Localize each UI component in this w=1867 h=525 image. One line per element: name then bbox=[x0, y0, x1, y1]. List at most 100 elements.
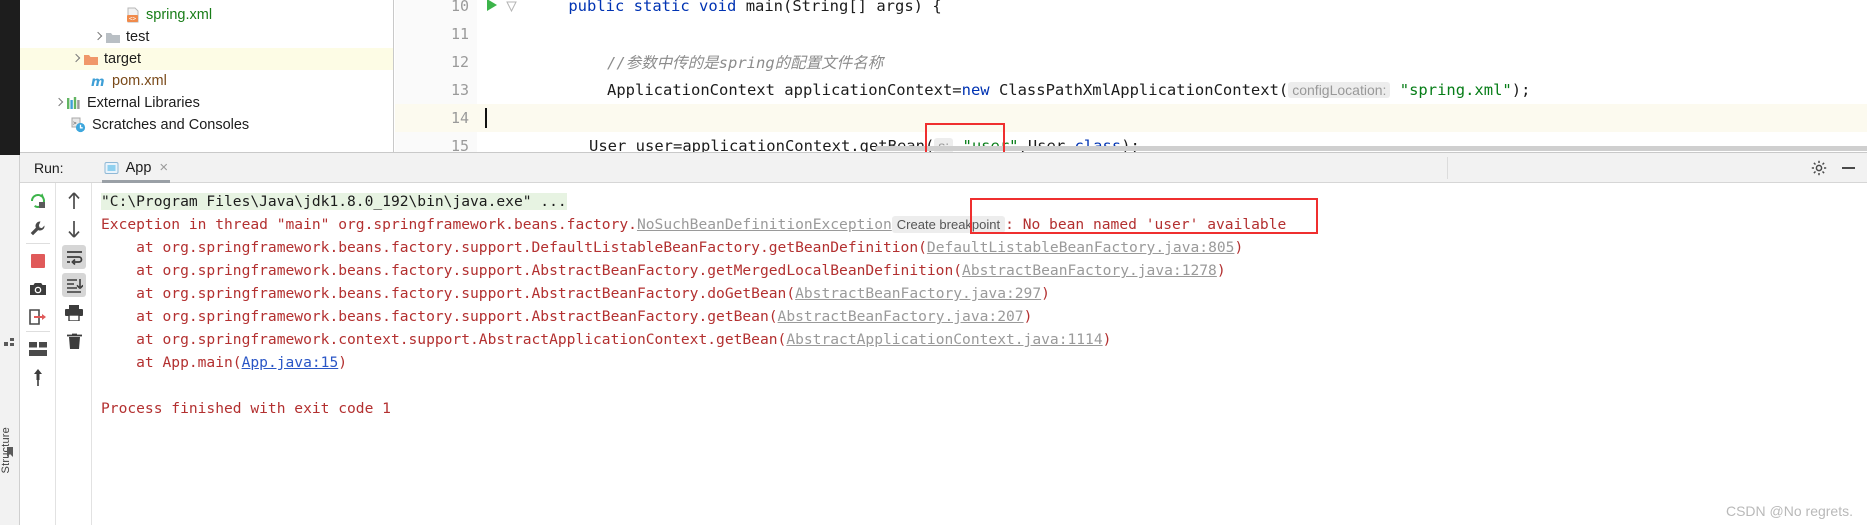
stack-frame-text: at org.springframework.context.support.A… bbox=[101, 331, 787, 348]
tree-item-label: pom.xml bbox=[112, 73, 167, 89]
run-gutter-icon[interactable] bbox=[487, 0, 497, 11]
editor-line[interactable]: 11 bbox=[395, 20, 1867, 48]
layout-icon bbox=[29, 342, 47, 356]
dump-threads-button[interactable] bbox=[26, 305, 50, 329]
editor-marker-column[interactable] bbox=[477, 132, 523, 152]
editor-horizontal-scrollbar[interactable] bbox=[875, 146, 1867, 151]
stack-frame-link[interactable]: AbstractBeanFactory.java:297 bbox=[795, 285, 1041, 302]
gear-icon[interactable] bbox=[1811, 160, 1827, 176]
console-line-result: Process finished with exit code 1 bbox=[101, 397, 1867, 420]
tree-item-target[interactable]: target bbox=[20, 48, 393, 70]
editor-line[interactable]: 10 public static void main(String[] args… bbox=[395, 0, 1867, 20]
line-number: 12 bbox=[395, 48, 477, 76]
stack-frame-link[interactable]: AbstractBeanFactory.java:1278 bbox=[962, 262, 1217, 279]
exception-prefix: Exception in thread "main" org.springfra… bbox=[101, 216, 637, 233]
wrench-icon bbox=[30, 221, 45, 236]
export-icon bbox=[29, 309, 46, 325]
stack-frame-link[interactable]: AbstractBeanFactory.java:207 bbox=[778, 308, 1024, 325]
layout-settings-button[interactable] bbox=[26, 337, 50, 361]
stack-frame-link[interactable]: AbstractApplicationContext.java:1114 bbox=[786, 331, 1102, 348]
chevron-right-icon[interactable] bbox=[70, 53, 83, 66]
run-toolbar-left[interactable] bbox=[20, 183, 56, 525]
left-dark-gutter bbox=[0, 0, 20, 155]
run-tool-window[interactable]: Run: App × "C:\Program Files\Java\jdk1.8… bbox=[20, 152, 1867, 525]
stack-frame-text: at org.springframework.beans.factory.sup… bbox=[101, 285, 796, 302]
run-toolbar-right[interactable] bbox=[56, 183, 92, 525]
exception-message: : No bean named 'user' available bbox=[1005, 216, 1287, 233]
run-config-icon bbox=[104, 161, 119, 174]
tree-item-label: Scratches and Consoles bbox=[92, 117, 250, 133]
stack-frame-link[interactable]: DefaultListableBeanFactory.java:805 bbox=[927, 239, 1235, 256]
process-result-text: Process finished with exit code 1 bbox=[101, 400, 391, 417]
bookmarks-icon bbox=[7, 447, 13, 457]
folder-orange-icon bbox=[83, 52, 99, 66]
editor-code-text: //参数中传的是spring的配置文件名称 bbox=[523, 51, 1867, 73]
pin-icon bbox=[34, 368, 42, 386]
up-the-stack-trace-button[interactable] bbox=[62, 189, 86, 213]
run-tool-window-header: Run: App × bbox=[20, 153, 1867, 183]
chevron-right-icon[interactable] bbox=[92, 31, 105, 44]
line-number: 15 bbox=[395, 132, 477, 152]
tree-item-pom-xml[interactable]: m pom.xml bbox=[20, 70, 393, 92]
line-number: 13 bbox=[395, 76, 477, 104]
close-icon[interactable]: × bbox=[159, 159, 168, 176]
editor-marker-column[interactable] bbox=[477, 20, 523, 48]
app-source-link[interactable]: App.java:15 bbox=[242, 354, 339, 371]
toolbar-separator bbox=[26, 243, 50, 244]
toolbar-separator bbox=[26, 331, 50, 332]
svg-text:m: m bbox=[91, 75, 105, 89]
capture-memory-snapshot-button[interactable] bbox=[26, 277, 50, 301]
parameter-hint: configLocation: bbox=[1288, 82, 1391, 98]
soft-wrap-icon bbox=[66, 250, 82, 265]
editor-marker-column[interactable] bbox=[477, 76, 523, 104]
clear-all-button[interactable] bbox=[62, 329, 86, 353]
editor-code-text: public static void main(String[] args) { bbox=[568, 0, 942, 15]
exception-class-link[interactable]: NoSuchBeanDefinitionException bbox=[637, 216, 892, 233]
xml-file-icon: <> bbox=[125, 7, 141, 23]
scroll-to-end-button[interactable] bbox=[62, 273, 86, 297]
console-line-stack: at org.springframework.beans.factory.sup… bbox=[101, 259, 1867, 282]
watermark-text: CSDN @No regrets. bbox=[1725, 503, 1853, 519]
editor-marker-column[interactable] bbox=[477, 0, 523, 20]
stack-frame-suffix: ) bbox=[338, 354, 348, 371]
stack-frame-text: at org.springframework.beans.factory.sup… bbox=[101, 262, 963, 279]
console-output[interactable]: "C:\Program Files\Java\jdk1.8.0_192\bin\… bbox=[93, 183, 1867, 525]
tree-item-external-libraries[interactable]: External Libraries bbox=[20, 92, 393, 114]
edit-configuration-button[interactable] bbox=[26, 217, 50, 241]
project-tree-panel[interactable]: <> spring.xml test target m pom.xml Exte… bbox=[20, 0, 394, 152]
maven-m-icon: m bbox=[90, 74, 107, 89]
editor-marker-column[interactable] bbox=[477, 48, 523, 76]
chevron-right-icon[interactable] bbox=[53, 97, 66, 110]
console-line-stack: at org.springframework.context.support.A… bbox=[101, 328, 1867, 351]
minimize-icon[interactable] bbox=[1842, 167, 1855, 169]
arrow-down-icon bbox=[68, 221, 80, 238]
console-line-command: "C:\Program Files\Java\jdk1.8.0_192\bin\… bbox=[101, 190, 1867, 213]
editor-line[interactable]: 12 //参数中传的是spring的配置文件名称 bbox=[395, 48, 1867, 76]
editor-line-current[interactable]: 14 bbox=[395, 104, 1867, 132]
run-tab-app[interactable]: App × bbox=[94, 153, 179, 183]
soft-wrap-button[interactable] bbox=[62, 245, 86, 269]
editor-marker-column[interactable] bbox=[477, 104, 523, 132]
tree-item-spring-xml[interactable]: <> spring.xml bbox=[20, 4, 393, 26]
create-breakpoint-chip[interactable]: Create breakpoint bbox=[891, 216, 1006, 233]
editor-comment-text: //参数中传的是spring的配置文件名称 bbox=[607, 54, 884, 72]
editor-code-text: ApplicationContext applicationContext=ne… bbox=[607, 81, 1531, 99]
printer-icon bbox=[65, 305, 83, 321]
console-line-stack-app: at App.main(App.java:15) bbox=[101, 351, 1867, 374]
console-line-exception: Exception in thread "main" org.springfra… bbox=[101, 213, 1867, 236]
down-the-stack-trace-button[interactable] bbox=[62, 217, 86, 241]
editor-line[interactable]: 13 ApplicationContext applicationContext… bbox=[395, 76, 1867, 104]
rerun-button[interactable] bbox=[26, 189, 50, 213]
fold-icon[interactable] bbox=[506, 1, 517, 12]
code-editor[interactable]: 10 public static void main(String[] args… bbox=[395, 0, 1867, 152]
pin-tab-button[interactable] bbox=[26, 365, 50, 389]
tree-item-scratches-and-consoles[interactable]: >_ Scratches and Consoles bbox=[20, 114, 393, 136]
trash-icon bbox=[66, 333, 82, 349]
tree-item-test[interactable]: test bbox=[20, 26, 393, 48]
console-line-stack: at org.springframework.beans.factory.sup… bbox=[101, 236, 1867, 259]
run-tab-label: App bbox=[125, 159, 152, 176]
stop-button[interactable] bbox=[26, 249, 50, 273]
print-button[interactable] bbox=[62, 301, 86, 325]
stack-frame-suffix: ) bbox=[1216, 262, 1226, 279]
